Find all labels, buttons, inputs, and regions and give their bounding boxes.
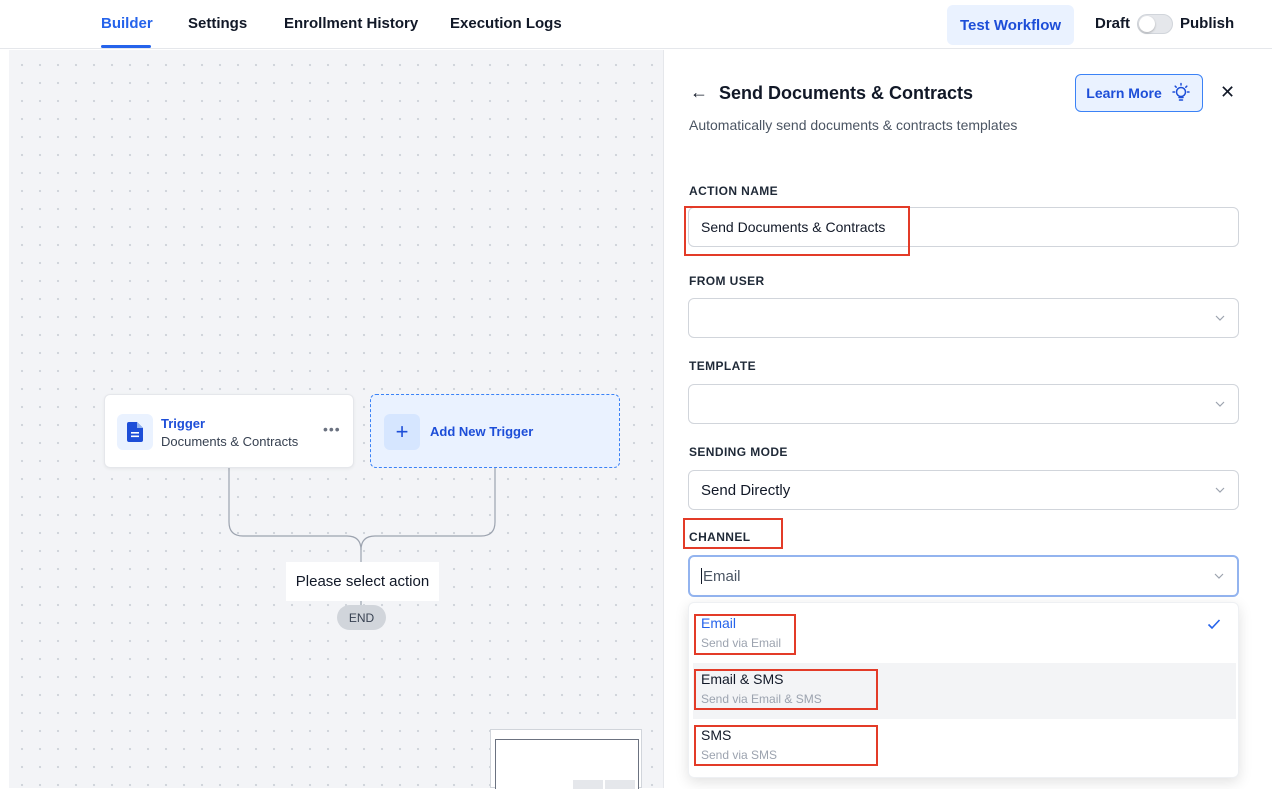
channel-label: CHANNEL [689,530,751,544]
action-name-input[interactable]: Send Documents & Contracts [688,207,1239,247]
template-select[interactable] [688,384,1239,424]
chevron-down-icon [1215,401,1225,407]
channel-value: Email [701,568,741,585]
option-subtitle: Send via Email & SMS [701,692,822,706]
sending-mode-select[interactable]: Send Directly [688,470,1239,510]
add-new-trigger-button[interactable]: + Add New Trigger [370,394,620,468]
back-arrow-icon[interactable]: ← [690,82,708,103]
learn-more-label: Learn More [1086,85,1162,101]
publish-label: Publish [1180,15,1235,32]
learn-more-button[interactable]: Learn More [1075,74,1203,112]
draft-label: Draft [1095,15,1131,32]
chevron-down-icon [1215,487,1225,493]
channel-option-sms[interactable]: SMS Send via SMS [689,719,1240,775]
action-name-label: ACTION NAME [689,184,779,198]
template-label: TEMPLATE [689,359,756,373]
text-caret [701,568,702,584]
panel-title: Send Documents & Contracts [719,83,974,103]
channel-dropdown: Email Send via Email Email & SMS Send vi… [688,602,1239,778]
option-title: Email [701,615,737,631]
end-node: END [337,605,386,630]
document-icon [117,414,153,450]
panel-description: Automatically send documents & contracts… [689,117,1018,133]
from-user-select[interactable] [688,298,1239,338]
checkmark-icon [1207,619,1221,630]
option-title: Email & SMS [701,671,784,687]
channel-option-email[interactable]: Email Send via Email [689,607,1240,663]
channel-value-text: Email [703,568,741,585]
trigger-subtitle: Documents & Contracts [161,434,299,449]
plus-icon: + [384,414,420,450]
test-workflow-button[interactable]: Test Workflow [947,5,1074,45]
trigger-node[interactable]: Trigger Documents & Contracts ••• [104,394,354,468]
sending-mode-label: SENDING MODE [689,445,788,459]
toggle-knob [1139,16,1155,32]
from-user-label: FROM USER [689,274,765,288]
option-subtitle: Send via Email [701,636,782,650]
option-title: SMS [701,727,732,743]
publish-toggle[interactable] [1137,14,1173,34]
more-options-icon[interactable]: ••• [323,421,341,437]
close-icon[interactable]: ✕ [1220,82,1235,103]
option-subtitle: Send via SMS [701,748,778,762]
action-name-value: Send Documents & Contracts [701,219,886,235]
select-action-node[interactable]: Please select action [286,562,439,601]
minimap[interactable] [490,729,642,789]
add-trigger-label: Add New Trigger [430,424,534,439]
chevron-down-icon [1214,573,1224,579]
channel-select[interactable]: Email [688,555,1239,597]
chevron-down-icon [1215,315,1225,321]
sending-mode-value: Send Directly [701,482,791,499]
lightbulb-icon [1171,82,1190,101]
trigger-title: Trigger [161,416,206,431]
channel-option-email-sms[interactable]: Email & SMS Send via Email & SMS [693,663,1236,719]
